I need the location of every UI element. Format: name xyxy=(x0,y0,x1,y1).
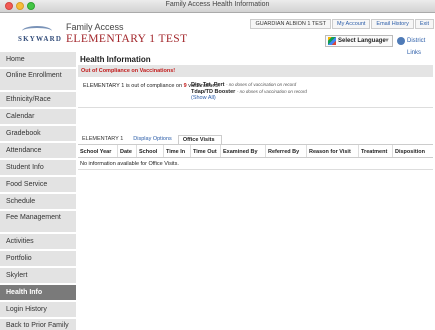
exit-link[interactable]: Exit xyxy=(414,19,434,29)
office-visits-table: School Year Date School Time In Time Out… xyxy=(78,144,433,170)
col-date[interactable]: Date xyxy=(118,145,137,157)
sidebar-item-ethnicity-race[interactable]: Ethnicity/Race xyxy=(0,92,76,109)
sidebar-item-food-service[interactable]: Food Service xyxy=(0,177,76,194)
sidebar-item-online-enrollment[interactable]: Online Enrollment xyxy=(0,69,76,92)
user-label: GUARDIAN ALBION 1 TEST xyxy=(250,19,331,29)
tab-display-options[interactable]: Display Options xyxy=(129,135,178,144)
sidebar-item-home[interactable]: Home xyxy=(0,52,76,69)
col-examined-by[interactable]: Examined By xyxy=(221,145,266,157)
vaccine-note: - no doses of vaccination on record xyxy=(226,82,297,87)
col-time-out[interactable]: Time Out xyxy=(191,145,221,157)
col-disposition[interactable]: Disposition xyxy=(393,145,433,157)
page-header: SKYWARD Family Access ELEMENTARY 1 TEST … xyxy=(0,13,435,56)
alert-msg-prefix: ELEMENTARY 1 is out of compliance on xyxy=(83,83,183,89)
col-referred-by[interactable]: Referred By xyxy=(266,145,307,157)
show-all-link[interactable]: (Show All) xyxy=(191,95,307,102)
main-content: Health Information Out of Compliance on … xyxy=(76,52,435,330)
sidebar-item-login-history[interactable]: Login History xyxy=(0,302,76,319)
tab-bar: ELEMENTARY 1 Display Options Office Visi… xyxy=(78,135,222,144)
col-time-in[interactable]: Time In xyxy=(164,145,191,157)
student-name: ELEMENTARY 1 TEST xyxy=(66,33,188,45)
sidebar-item-schedule[interactable]: Schedule xyxy=(0,194,76,211)
window-title: Family Access Health Information xyxy=(165,1,270,8)
col-school-year[interactable]: School Year xyxy=(78,145,118,157)
alert-count: 9 xyxy=(183,83,187,89)
language-select-label: Select Language xyxy=(338,38,386,44)
col-reason-for-visit[interactable]: Reason for Visit xyxy=(307,145,359,157)
sidebar-item-portfolio[interactable]: Portfolio xyxy=(0,251,76,268)
sidebar-item-attendance[interactable]: Attendance xyxy=(0,143,76,160)
sidebar-item-fee-management[interactable]: Fee Management xyxy=(0,211,76,234)
sidebar-item-health-info[interactable]: Health Info xyxy=(0,285,76,302)
vaccine-note: - no doses of vaccination on record xyxy=(236,88,307,94)
col-school[interactable]: School xyxy=(137,145,164,157)
table-header-row: School Year Date School Time In Time Out… xyxy=(78,144,433,158)
tab-student[interactable]: ELEMENTARY 1 xyxy=(78,135,129,144)
skyward-logo: SKYWARD xyxy=(18,26,61,48)
alert-heading: Out of Compliance on Vaccinations! xyxy=(78,65,433,77)
district-globe-icon xyxy=(397,37,405,45)
app-title: Family Access xyxy=(66,22,124,32)
chevron-down-icon: ▼ xyxy=(384,38,390,44)
email-history-link[interactable]: Email History xyxy=(371,19,414,29)
sidebar-item-student-info[interactable]: Student Info xyxy=(0,160,76,177)
tab-office-visits[interactable]: Office Visits xyxy=(177,135,222,144)
sidebar-item-activities[interactable]: Activities xyxy=(0,234,76,251)
alert-body: ELEMENTARY 1 is out of compliance on 9 v… xyxy=(78,77,433,108)
language-select[interactable]: Select Language ▼ xyxy=(325,35,393,47)
table-empty-message: No information available for Office Visi… xyxy=(78,158,433,170)
col-treatment[interactable]: Treatment xyxy=(359,145,393,157)
sidebar-item-back-to-prior[interactable]: Back to Prior Family Access xyxy=(0,319,76,330)
my-account-link[interactable]: My Account xyxy=(331,19,371,29)
vaccine-name: Dip, Tet, Pert xyxy=(191,82,225,88)
window-titlebar: Family Access Health Information xyxy=(0,0,435,13)
sidebar-item-gradebook[interactable]: Gradebook xyxy=(0,126,76,143)
sidebar-item-skylert[interactable]: Skylert xyxy=(0,268,76,285)
vaccine-list: Dip, Tet, Pert - no doses of vaccination… xyxy=(191,82,307,102)
top-links: GUARDIAN ALBION 1 TEST My Account Email … xyxy=(249,19,434,29)
sidebar-nav: Home Online Enrollment Ethnicity/Race Ca… xyxy=(0,52,76,330)
logo-text: SKYWARD xyxy=(18,35,63,43)
page-title: Health Information xyxy=(80,55,151,64)
sidebar-item-calendar[interactable]: Calendar xyxy=(0,109,76,126)
vaccine-name: Tdap/TD Booster xyxy=(191,88,236,95)
google-translate-icon xyxy=(328,37,336,45)
